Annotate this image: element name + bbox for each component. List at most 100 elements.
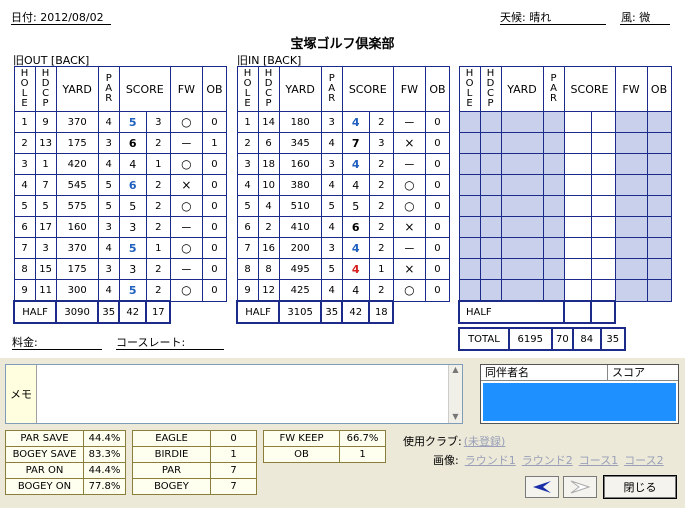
hole-ob[interactable]: 0 xyxy=(201,111,228,133)
hole-score[interactable]: 5 xyxy=(118,279,147,302)
hole-score[interactable]: 5 xyxy=(118,237,147,259)
hole-fairway[interactable]: × xyxy=(392,216,426,238)
empty-score-cell[interactable] xyxy=(563,258,592,280)
hole-fairway[interactable]: × xyxy=(392,132,426,154)
hole-ob[interactable]: 0 xyxy=(201,195,228,217)
hole-score[interactable]: 4 xyxy=(341,111,370,133)
hole-putts[interactable]: 2 xyxy=(145,216,171,238)
hole-score[interactable]: 4 xyxy=(341,237,370,259)
hole-ob[interactable]: 0 xyxy=(424,111,451,133)
close-button[interactable]: 閉じる xyxy=(603,475,677,499)
hole-ob[interactable]: 0 xyxy=(201,216,228,238)
hole-putts[interactable]: 2 xyxy=(145,279,171,302)
hole-putts[interactable]: 2 xyxy=(145,195,171,217)
course2-link[interactable]: コース2 xyxy=(624,454,663,467)
hole-score[interactable]: 5 xyxy=(118,111,147,133)
companion-score-header[interactable]: スコア xyxy=(608,365,678,380)
hole-putts[interactable]: 3 xyxy=(368,132,394,154)
companion-name-header[interactable]: 同伴者名 xyxy=(481,365,608,380)
empty-putt-cell[interactable] xyxy=(590,237,616,259)
hole-putts[interactable]: 2 xyxy=(368,279,394,302)
hole-fairway[interactable]: ○ xyxy=(392,174,426,196)
memo-scrollbar[interactable]: ▲ ▼ xyxy=(448,365,462,423)
hole-ob[interactable]: 0 xyxy=(424,174,451,196)
hole-fairway[interactable]: ○ xyxy=(392,195,426,217)
empty-putt-cell[interactable] xyxy=(590,174,616,196)
hole-score[interactable]: 3 xyxy=(118,216,147,238)
hole-fairway[interactable]: ○ xyxy=(169,237,203,259)
companion-list[interactable]: 同伴者名 スコア xyxy=(480,364,679,424)
hole-ob[interactable]: 0 xyxy=(424,258,451,280)
hole-score[interactable]: 3 xyxy=(118,258,147,280)
hole-ob[interactable]: 0 xyxy=(424,132,451,154)
hole-ob[interactable]: 0 xyxy=(424,216,451,238)
hole-fairway[interactable]: × xyxy=(392,258,426,280)
hole-ob[interactable]: 0 xyxy=(201,258,228,280)
next-button[interactable] xyxy=(563,476,597,498)
hole-putts[interactable]: 2 xyxy=(145,258,171,280)
companion-list-body[interactable] xyxy=(483,383,676,421)
hole-score[interactable]: 4 xyxy=(118,153,147,175)
hole-fairway[interactable]: ○ xyxy=(169,111,203,133)
empty-putt-cell[interactable] xyxy=(590,279,616,302)
clubs-link[interactable]: (未登録) xyxy=(464,435,506,448)
hole-putts[interactable]: 1 xyxy=(145,153,171,175)
empty-putt-cell[interactable] xyxy=(590,111,616,133)
empty-putt-cell[interactable] xyxy=(590,132,616,154)
empty-score-cell[interactable] xyxy=(563,132,592,154)
hole-fairway[interactable]: ○ xyxy=(392,279,426,302)
hole-score[interactable]: 4 xyxy=(341,174,370,196)
hole-putts[interactable]: 2 xyxy=(368,195,394,217)
empty-score-cell[interactable] xyxy=(563,216,592,238)
hole-putts[interactable]: 2 xyxy=(368,237,394,259)
hole-score[interactable]: 4 xyxy=(341,258,370,280)
hole-fairway[interactable]: － xyxy=(169,216,203,238)
round1-link[interactable]: ラウンド1 xyxy=(465,454,516,467)
hole-putts[interactable]: 2 xyxy=(368,174,394,196)
hole-ob[interactable]: 0 xyxy=(424,195,451,217)
hole-fairway[interactable]: － xyxy=(169,132,203,154)
hole-ob[interactable]: 0 xyxy=(201,174,228,196)
course1-link[interactable]: コース1 xyxy=(579,454,618,467)
hole-fairway[interactable]: － xyxy=(392,153,426,175)
hole-ob[interactable]: 0 xyxy=(424,279,451,302)
hole-putts[interactable]: 2 xyxy=(145,132,171,154)
empty-putt-cell[interactable] xyxy=(590,195,616,217)
hole-putts[interactable]: 1 xyxy=(368,258,394,280)
hole-ob[interactable]: 0 xyxy=(201,153,228,175)
hole-fairway[interactable]: － xyxy=(169,258,203,280)
memo-box[interactable]: メモ ▲ ▼ xyxy=(5,364,463,424)
hole-ob[interactable]: 0 xyxy=(424,237,451,259)
hole-fairway[interactable]: ○ xyxy=(169,153,203,175)
empty-score-cell[interactable] xyxy=(563,111,592,133)
hole-fairway[interactable]: － xyxy=(392,111,426,133)
hole-score[interactable]: 7 xyxy=(341,132,370,154)
hole-score[interactable]: 5 xyxy=(341,195,370,217)
hole-ob[interactable]: 0 xyxy=(424,153,451,175)
hole-putts[interactable]: 2 xyxy=(145,174,171,196)
empty-putt-cell[interactable] xyxy=(590,216,616,238)
empty-score-cell[interactable] xyxy=(563,174,592,196)
empty-score-cell[interactable] xyxy=(563,237,592,259)
round2-link[interactable]: ラウンド2 xyxy=(522,454,573,467)
hole-putts[interactable]: 3 xyxy=(145,111,171,133)
hole-putts[interactable]: 1 xyxy=(145,237,171,259)
hole-ob[interactable]: 1 xyxy=(201,132,228,154)
empty-score-cell[interactable] xyxy=(563,279,592,302)
empty-putt-cell[interactable] xyxy=(590,153,616,175)
empty-score-cell[interactable] xyxy=(563,153,592,175)
hole-fairway[interactable]: ○ xyxy=(169,279,203,302)
hole-score[interactable]: 6 xyxy=(341,216,370,238)
previous-button[interactable] xyxy=(525,476,559,498)
hole-score[interactable]: 6 xyxy=(118,174,147,196)
hole-ob[interactable]: 0 xyxy=(201,237,228,259)
hole-score[interactable]: 4 xyxy=(341,153,370,175)
empty-score-cell[interactable] xyxy=(563,195,592,217)
hole-fairway[interactable]: ○ xyxy=(169,195,203,217)
hole-score[interactable]: 6 xyxy=(118,132,147,154)
hole-score[interactable]: 5 xyxy=(118,195,147,217)
hole-fairway[interactable]: × xyxy=(169,174,203,196)
empty-putt-cell[interactable] xyxy=(590,258,616,280)
hole-putts[interactable]: 2 xyxy=(368,153,394,175)
hole-score[interactable]: 4 xyxy=(341,279,370,302)
